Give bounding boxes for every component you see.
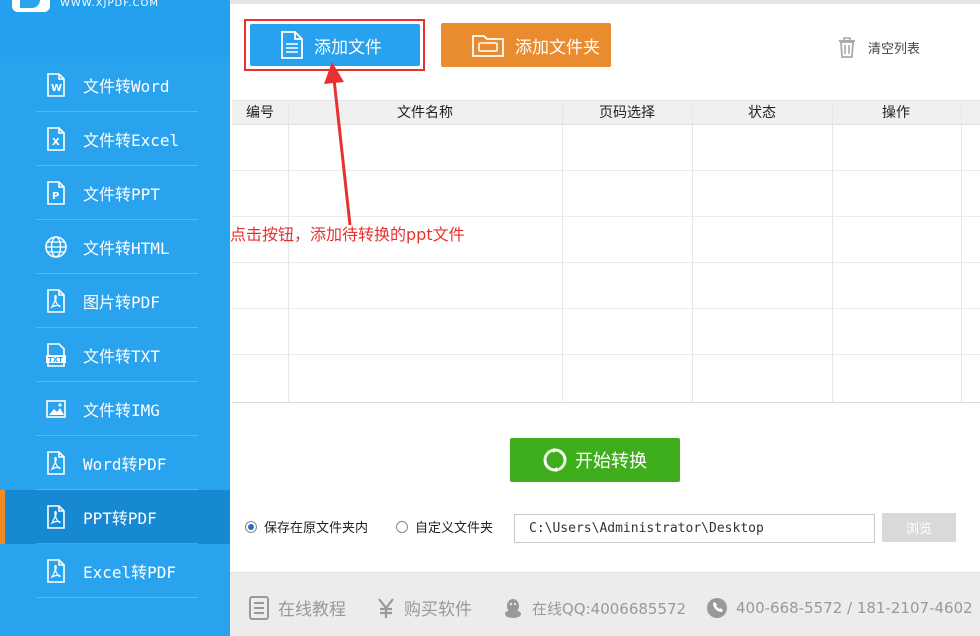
sidebar: WWW.XJPDF.COM W 文件转Word X 文件转Excel P 文件转… — [0, 0, 230, 636]
save-original-option[interactable]: 保存在原文件夹内 — [245, 517, 368, 536]
sidebar-item-label: PPT转PDF — [83, 509, 157, 528]
sidebar-item-excel-to-pdf[interactable]: Excel转PDF — [0, 544, 230, 598]
sidebar-item-file-to-html[interactable]: 文件转HTML — [0, 220, 230, 274]
clear-list-button[interactable]: 清空列表 — [836, 36, 920, 58]
radio-save-original[interactable] — [245, 520, 257, 533]
online-qq-link[interactable]: 在线QQ:4006685572 — [502, 597, 686, 619]
save-custom-label: 自定义文件夹 — [415, 521, 494, 536]
annotation-arrow — [324, 62, 352, 226]
top-divider — [230, 0, 980, 4]
start-convert-label: 开始转换 — [575, 451, 647, 472]
sidebar-item-label: 文件转PPT — [83, 185, 160, 204]
svg-text:P: P — [52, 191, 59, 202]
column-header-page-select[interactable]: 页码选择 — [562, 101, 692, 125]
table-row — [232, 308, 980, 309]
table-row — [232, 262, 980, 263]
sidebar-item-label: 图片转PDF — [83, 293, 160, 312]
svg-text:W: W — [51, 83, 62, 94]
word-doc-icon: W — [47, 73, 65, 97]
column-header-status[interactable]: 状态 — [692, 101, 832, 125]
sidebar-item-label: 文件转IMG — [83, 401, 160, 420]
pdf-doc-icon — [47, 559, 65, 583]
svg-text:TXT: TXT — [48, 356, 63, 364]
output-path-input[interactable] — [514, 514, 875, 543]
sidebar-item-label: Word转PDF — [83, 455, 167, 474]
save-custom-option[interactable]: 自定义文件夹 — [396, 517, 493, 536]
svg-text:X: X — [52, 137, 60, 148]
sidebar-item-ppt-to-pdf[interactable]: PPT转PDF — [0, 490, 230, 544]
sidebar-item-word-to-pdf[interactable]: Word转PDF — [0, 436, 230, 490]
excel-doc-icon: X — [47, 127, 65, 151]
folder-icon — [472, 35, 504, 57]
add-folder-label: 添加文件夹 — [515, 37, 600, 58]
column-header-number[interactable]: 编号 — [232, 101, 288, 125]
pdf-doc-icon — [47, 289, 65, 313]
sidebar-item-label: 文件转TXT — [83, 347, 160, 366]
pdf-doc-icon — [47, 505, 65, 529]
txt-doc-icon: TXT — [46, 343, 66, 367]
sidebar-item-file-to-ppt[interactable]: P 文件转PPT — [0, 166, 230, 220]
sidebar-item-file-to-img[interactable]: 文件转IMG — [0, 382, 230, 436]
radio-save-custom[interactable] — [396, 520, 408, 533]
phone-icon — [707, 598, 727, 618]
logo: WWW.XJPDF.COM — [0, 0, 230, 57]
sidebar-item-file-to-excel[interactable]: X 文件转Excel — [0, 112, 230, 166]
start-convert-button[interactable]: 开始转换 — [510, 438, 680, 482]
sidebar-item-file-to-word[interactable]: W 文件转Word — [0, 58, 230, 112]
refresh-icon — [543, 448, 567, 472]
online-tutorial-link[interactable]: 在线教程 — [248, 595, 346, 620]
save-original-label: 保存在原文件夹内 — [264, 521, 369, 536]
column-header-action[interactable]: 操作 — [832, 101, 960, 125]
document-icon — [249, 595, 269, 620]
sidebar-item-label: Excel转PDF — [83, 563, 177, 582]
sidebar-item-label: 文件转Word — [83, 77, 170, 96]
trash-icon — [839, 37, 855, 58]
sidebar-item-label: 文件转Excel — [83, 131, 180, 150]
pdf-doc-icon — [47, 451, 65, 475]
buy-software-link[interactable]: 购买软件 — [376, 595, 472, 620]
sidebar-item-image-to-pdf[interactable]: 图片转PDF — [0, 274, 230, 328]
phone-contact: 400-668-5572 / 181-2107-4602 — [706, 597, 973, 619]
clear-list-label: 清空列表 — [868, 41, 921, 57]
ppt-doc-icon: P — [47, 181, 65, 205]
image-icon — [46, 400, 66, 418]
annotation-text: 点击按钮，添加待转换的ppt文件 — [230, 225, 465, 244]
logo-site-text: WWW.XJPDF.COM — [60, 0, 160, 9]
sidebar-item-label: 文件转HTML — [83, 239, 170, 258]
browse-button[interactable]: 浏览 — [882, 513, 956, 542]
footer: 在线教程 购买软件 在线QQ:4006685572 400-668-5572 /… — [230, 572, 980, 636]
yen-icon — [378, 597, 394, 618]
table-row — [232, 354, 980, 355]
add-folder-button[interactable]: 添加文件夹 — [441, 23, 611, 67]
globe-icon — [45, 236, 67, 258]
qq-penguin-icon — [505, 599, 521, 618]
sidebar-item-file-to-txt[interactable]: TXT 文件转TXT — [0, 328, 230, 382]
